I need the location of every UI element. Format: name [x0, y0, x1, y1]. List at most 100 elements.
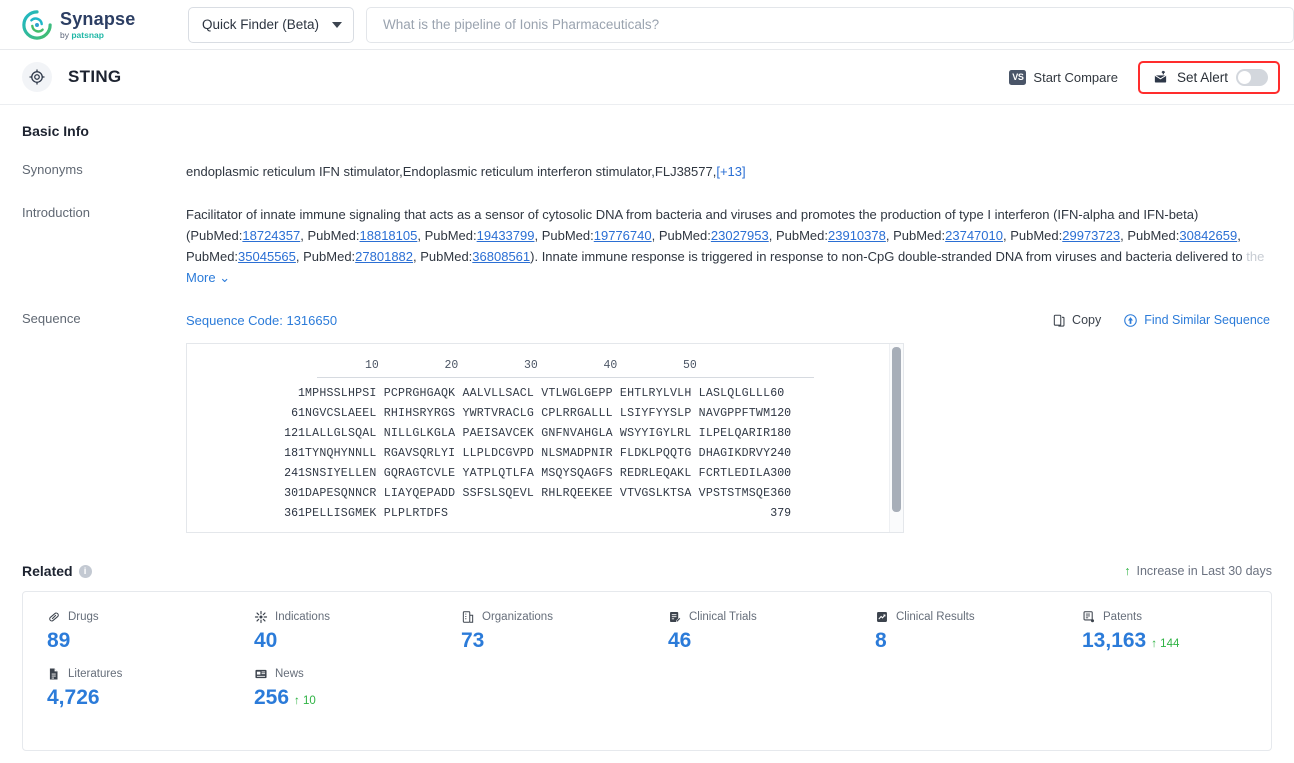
sequence-start-index: 241 — [284, 467, 305, 480]
pubmed-link[interactable]: 23747010 — [945, 228, 1003, 243]
start-compare-button[interactable]: VS Start Compare — [1009, 69, 1118, 85]
ruler-tick: 50 — [683, 359, 697, 372]
sequence-row-line: 241 SNSIYELLEN GQRAGTCVLE YATPLQTLFA MSQY… — [187, 464, 791, 484]
pubmed-link[interactable]: 29973723 — [1062, 228, 1120, 243]
clinical-result-icon — [877, 612, 887, 622]
card-header: Clinical Results — [875, 610, 1058, 624]
card-value[interactable]: 89 — [47, 629, 230, 653]
target-icon — [22, 62, 52, 92]
card-label: Clinical Trials — [689, 611, 757, 623]
sequence-ruler-line — [317, 377, 814, 378]
sequence-end-index: 300 — [770, 467, 792, 480]
related-card-indications[interactable]: Indications 40 — [230, 610, 437, 653]
card-value[interactable]: 73 — [461, 629, 644, 653]
quick-finder-dropdown[interactable]: Quick Finder (Beta) — [188, 6, 354, 43]
sequence-end-index: 379 — [770, 507, 792, 520]
brand-subtitle: by patsnap — [60, 29, 104, 40]
sequence-row-line: 121 LALLGLSQAL NILLGLKGLA PAEISAVCEK GNFN… — [187, 424, 791, 444]
introduction-line-1: Facilitator of innate immune signaling t… — [186, 207, 1199, 222]
ruler-tick: 40 — [603, 359, 618, 372]
sequence-ruler: 10 20 30 40 50 — [317, 355, 814, 377]
set-alert-label: Set Alert — [1176, 69, 1228, 85]
copy-button[interactable]: Copy — [1052, 310, 1101, 331]
ruler-tick: 10 — [365, 359, 379, 372]
copy-icon — [1053, 314, 1065, 327]
related-card-clinical-trials[interactable]: Clinical Trials 46 — [644, 610, 851, 653]
sequence-start-index: 181 — [284, 447, 305, 460]
pill-icon — [49, 612, 59, 622]
introduction-value: Facilitator of innate immune signaling t… — [186, 204, 1272, 288]
related-header: Related i ↑ Increase in Last 30 days — [22, 563, 1272, 579]
sequence-scrollbar-thumb[interactable] — [892, 347, 901, 512]
sequence-viewer[interactable]: 10 20 30 40 50 1 MPHSSLHPSI PCPRGHGAQK AALVLL… — [186, 343, 904, 533]
sequence-residues: TYNQHYNNLL RGAVSQRLYI LLPLDCGVPD NLSMADP… — [305, 447, 771, 460]
ruler-tick: 30 — [524, 359, 538, 372]
sequence-residues: PELLISGMEK PLPLRTDFS — [305, 507, 449, 520]
news-icon — [255, 669, 267, 679]
related-card-drugs[interactable]: Drugs 89 — [23, 610, 230, 653]
main-content: Basic Info Synonyms endoplasmic reticulu… — [0, 105, 1294, 751]
synonyms-more-link[interactable]: [+13] — [716, 164, 745, 179]
sequence-row-line: 361 PELLISGMEK PLPLRTDFS 379 — [187, 504, 791, 524]
related-cards: Drugs 89 Indications 40 Organizations 73 Clini… — [22, 591, 1272, 751]
search-box[interactable] — [366, 6, 1294, 43]
sequence-residues: LALLGLSQAL NILLGLKGLA PAEISAVCEK GNFNVAH… — [305, 427, 771, 440]
card-label: News — [275, 668, 304, 680]
related-card-patents[interactable]: Patents 13,163 ↑ 144 — [1058, 610, 1265, 653]
synonyms-text: endoplasmic reticulum IFN stimulator,End… — [186, 164, 717, 179]
sequence-start-index: 121 — [284, 427, 305, 440]
ruler-tick: 20 — [444, 359, 459, 372]
sequence-scrollbar[interactable] — [889, 344, 903, 532]
set-alert-button[interactable]: Set Alert — [1137, 60, 1280, 94]
related-card-literatures[interactable]: Literatures 4,726 — [23, 667, 230, 710]
card-value[interactable]: 46 — [668, 629, 851, 653]
sequence-end-index: 240 — [770, 447, 792, 460]
info-icon[interactable]: i — [78, 564, 92, 578]
pubmed-link[interactable]: 19433799 — [477, 228, 535, 243]
card-header: Organizations — [461, 610, 644, 624]
related-card-clinical-results[interactable]: Clinical Results 8 — [851, 610, 1058, 653]
clinical-trial-icon — [670, 612, 681, 623]
pubmed-link[interactable]: 30842659 — [1179, 228, 1237, 243]
card-delta: ↑ 10 — [294, 695, 316, 707]
card-value[interactable]: 40 — [254, 629, 437, 653]
synapse-logo-icon — [22, 9, 52, 40]
introduction-truncated-text: the — [1246, 249, 1265, 264]
related-card-news[interactable]: News 256 ↑ 10 — [230, 667, 437, 710]
card-label: Indications — [275, 611, 330, 623]
card-label: Drugs — [68, 611, 99, 623]
card-value[interactable]: 4,726 — [47, 686, 230, 710]
card-value[interactable]: 256 ↑ 10 — [254, 686, 437, 710]
introduction-label: Introduction — [22, 205, 90, 220]
search-input[interactable] — [381, 16, 1279, 33]
set-alert-toggle[interactable] — [1236, 68, 1268, 86]
quick-finder-label: Quick Finder (Beta) — [202, 17, 320, 32]
pubmed-link[interactable]: 23027953 — [711, 228, 769, 243]
card-header: Literatures — [47, 667, 230, 681]
sequence-code[interactable]: Sequence Code: 1316650 — [186, 310, 337, 331]
sequence-body: Sequence Code: 1316650 Copy Find Similar… — [186, 310, 1272, 533]
introduction-tail: ). Innate immune response is triggered i… — [530, 249, 1243, 264]
synonyms-label: Synonyms — [22, 162, 83, 177]
sequence-end-index: 180 — [770, 427, 792, 440]
card-value[interactable]: 13,163 ↑ 144 — [1082, 629, 1265, 653]
more-toggle[interactable]: More ⌄ — [186, 270, 230, 285]
related-card-organizations[interactable]: Organizations 73 — [437, 610, 644, 653]
literature-icon — [49, 668, 58, 680]
card-value[interactable]: 8 — [875, 629, 1058, 653]
card-header: Patents — [1082, 610, 1265, 624]
card-label: Literatures — [68, 668, 123, 680]
card-header: Indications — [254, 610, 437, 624]
synonyms-row: Synonyms endoplasmic reticulum IFN stimu… — [22, 161, 1272, 182]
find-similar-sequence-button[interactable]: Find Similar Sequence — [1123, 310, 1270, 331]
pubmed-link[interactable]: 27801882 — [355, 249, 413, 264]
pubmed-link[interactable]: 18724357 — [242, 228, 300, 243]
brand-logo[interactable]: Synapse by patsnap — [22, 10, 162, 40]
pubmed-link[interactable]: 19776740 — [594, 228, 652, 243]
pubmed-link[interactable]: 23910378 — [828, 228, 886, 243]
start-compare-label: Start Compare — [1033, 69, 1118, 85]
pubmed-link[interactable]: 36808561 — [472, 249, 530, 264]
pubmed-link[interactable]: 18818105 — [360, 228, 418, 243]
card-header: Clinical Trials — [668, 610, 851, 624]
pubmed-link[interactable]: 35045565 — [238, 249, 296, 264]
